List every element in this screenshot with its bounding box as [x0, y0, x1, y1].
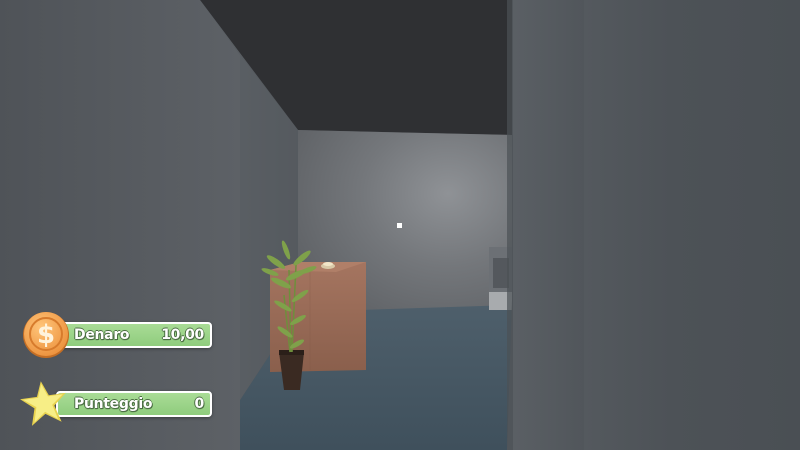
score-bar: Punteggio 0 [56, 391, 212, 417]
money-bar: Denaro 10,00 [56, 322, 212, 348]
money-label: Denaro [74, 327, 130, 343]
score-hud: Punteggio 0 [20, 381, 214, 426]
dollar-coin-icon: $ [23, 312, 69, 358]
crosshair [397, 223, 402, 228]
money-value: 10,00 [161, 327, 204, 343]
right-wall [584, 0, 800, 450]
star-icon [20, 381, 66, 426]
score-value: 0 [194, 396, 205, 412]
right-pillar [507, 0, 584, 450]
money-hud: Denaro 10,00 $ [20, 312, 214, 358]
score-label: Punteggio [74, 396, 153, 412]
game-viewport[interactable]: Denaro 10,00 $ Punteggio 0 [0, 0, 800, 450]
svg-text:$: $ [37, 320, 55, 350]
